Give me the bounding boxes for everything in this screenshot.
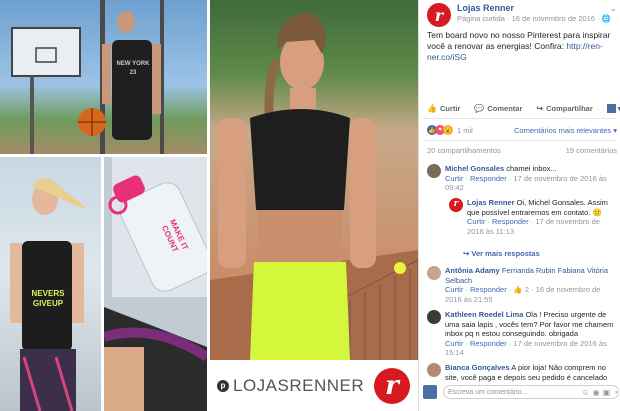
comment-reply-link[interactable]: Responder	[470, 285, 507, 294]
post-sidebar: r Lojas Renner Página curtida · 16 de no…	[418, 0, 620, 411]
comment-like-link[interactable]: Curtir	[445, 339, 463, 348]
commenter-name[interactable]: Michel Gonsales	[445, 164, 504, 173]
shares-count[interactable]: 20 compartilhamentos	[427, 146, 501, 155]
comment-text: chamei inbox...	[504, 164, 557, 173]
blonde-runner-photo: NEVERS GIVEUP	[0, 157, 101, 411]
jersey-text: NEW YORK 23	[116, 61, 150, 76]
comment-input[interactable]: Escreva um comentário... ☺ ◉ ▣ ◔	[443, 385, 619, 399]
commenter-avatar[interactable]	[427, 310, 441, 324]
comment-meta: Curtir · Responder · 17 de novembro de 2…	[467, 217, 601, 236]
comment-reply-link[interactable]: Responder	[492, 217, 529, 226]
comment-reply-link[interactable]: Responder	[470, 174, 507, 183]
wow-reaction-icon: 😮	[443, 125, 453, 135]
emoji-icon[interactable]: ☺	[581, 388, 589, 397]
pinterest-watermark: p LOJASRENNER r	[207, 360, 418, 411]
comment-meta: Curtir · Responder · 👍 2 · 16 de novembr…	[445, 285, 601, 304]
comment-item: Kathleen Roedel Lima Ola ! Preciso urgen…	[427, 310, 617, 362]
commenter-name[interactable]: Kathleen Roedel Lima	[445, 310, 523, 319]
page-avatar[interactable]: r	[427, 3, 451, 27]
post-header: r Lojas Renner Página curtida · 16 de no…	[427, 3, 617, 27]
basketball-photo: NEW YORK 23	[0, 0, 207, 154]
user-avatar	[423, 385, 437, 399]
commenter-name[interactable]: Antônia Adamy	[445, 266, 500, 275]
comment-item: Michel Gonsales chamei inbox... Curtir ·…	[427, 164, 617, 194]
comment-like-link[interactable]: Curtir	[467, 217, 485, 226]
watermark-text: LOJASRENNER	[233, 375, 365, 395]
renner-logo: r	[374, 368, 410, 404]
share-button[interactable]: ↪ Compartilhar	[536, 104, 592, 113]
commenter-avatar[interactable]	[427, 363, 441, 377]
commenter-name[interactable]: Bianca Gonçalves	[445, 363, 510, 372]
counts-row: 20 compartilhamentos 19 comentários	[427, 146, 617, 155]
comment-item: Antônia Adamy Fernanda Rubin Fabiana Vit…	[427, 266, 617, 308]
more-replies-link[interactable]: ↪ Ver mais respostas	[463, 249, 540, 258]
comment-like-link[interactable]: Curtir	[445, 285, 463, 294]
page-avatar[interactable]: r	[449, 198, 463, 212]
comment-meta: Curtir · Responder · 17 de novembro de 2…	[445, 338, 607, 358]
sticker-icon[interactable]: ◔	[613, 388, 618, 397]
globe-icon: 🌐	[601, 14, 612, 23]
commenter-avatar[interactable]	[427, 164, 441, 178]
profile-selector[interactable]: ▾	[606, 103, 620, 113]
reply-arrow-icon: ↪	[463, 249, 470, 258]
chevron-down-icon[interactable]: ⌄	[609, 3, 617, 14]
page-name[interactable]: Lojas Renner	[457, 3, 514, 13]
like-reaction-icon: 👍	[513, 285, 523, 294]
comment-reply-link[interactable]: Responder	[470, 339, 507, 348]
comment-icon: 💬	[474, 103, 485, 113]
divider	[423, 140, 617, 141]
thumbs-up-icon: 👍	[427, 103, 437, 113]
divider	[423, 118, 617, 119]
post-meta: Página curtida · 16 de novembro de 2016 …	[457, 14, 612, 23]
mini-avatar-icon	[606, 103, 616, 113]
post-text: Tem board novo no nosso Pinterest para i…	[427, 30, 611, 62]
share-icon: ↪	[536, 103, 544, 113]
comments-count[interactable]: 19 comentários	[566, 146, 617, 155]
write-comment-row: Escreva um comentário... ☺ ◉ ▣ ◔	[423, 384, 619, 400]
commenter-name[interactable]: Lojas Renner	[467, 198, 515, 207]
like-button[interactable]: 👍 Curtir	[427, 104, 460, 113]
pinterest-icon: p	[217, 379, 229, 392]
commenter-avatar[interactable]	[427, 266, 441, 280]
reactions-count: 1 mil	[457, 125, 473, 135]
sort-comments[interactable]: Comentários mais relevantes ▾	[514, 126, 617, 135]
comment-like-link[interactable]: Curtir	[445, 174, 463, 183]
tennis-woman-photo	[210, 0, 418, 411]
comment-meta: Curtir · Responder · 17 de novembro de 2…	[445, 173, 607, 193]
gif-icon[interactable]: ▣	[603, 388, 611, 397]
camera-icon[interactable]: ◉	[593, 388, 600, 397]
comment-button[interactable]: 💬 Comentar	[474, 104, 522, 113]
water-bottle-photo: MAKE IT COUNT	[104, 157, 207, 411]
comment-item: Bianca Gonçalves A pior loja! Não compre…	[427, 363, 617, 385]
post-actions: 👍 Curtir 💬 Comentar ↪ Compartilhar ▾	[427, 100, 620, 116]
shirt-text: NEVERS GIVEUP	[31, 289, 65, 308]
reply-item: r Lojas Renner Oi, Michel Gonsales. Assi…	[449, 198, 617, 246]
post-photo-collage[interactable]: NEW YORK 23 NEVERS GIVEUP MAKE IT COUNT	[0, 0, 418, 411]
reactions-bar[interactable]: 👍 ♥ 😮 1 mil Comentários mais relevantes …	[427, 124, 617, 136]
